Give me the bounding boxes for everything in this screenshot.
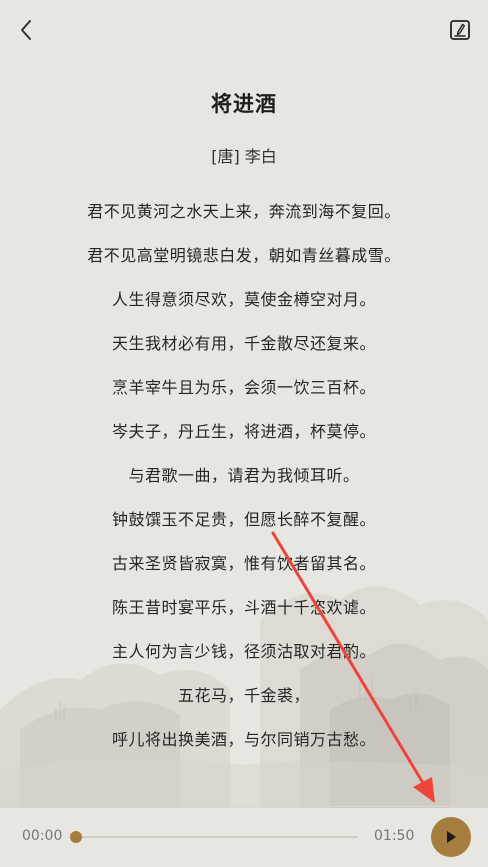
poem-line: 人生得意须尽欢，莫使金樽空对月。 — [111, 290, 376, 309]
poem-line: 呼儿将出换美酒，与尔同销万古愁。 — [111, 730, 376, 749]
back-button[interactable] — [12, 16, 40, 44]
poem-line: 岑夫子，丹丘生，将进酒，杯莫停。 — [111, 422, 376, 441]
chevron-left-icon — [21, 20, 31, 40]
edit-note-icon — [450, 20, 470, 40]
poem-author: [唐] 李白 — [211, 147, 277, 166]
top-bar — [0, 0, 488, 60]
poem-detail-page: 将进酒 [唐] 李白 君不见黄河之水天上来，奔流到海不复回。 君不见高堂明镜悲白… — [0, 0, 488, 867]
play-button[interactable] — [431, 817, 471, 857]
poem-line: 钟鼓馔玉不足贵，但愿长醉不复醒。 — [111, 510, 376, 529]
poem-title: 将进酒 — [211, 92, 277, 116]
player-divider — [0, 806, 488, 807]
poem-line: 主人何为言少钱，径须沽取对君酌。 — [111, 642, 376, 661]
poem-line: 陈王昔时宴平乐，斗酒十千恣欢谑。 — [111, 598, 376, 617]
poem-line: 与君歌一曲，请君为我倾耳听。 — [128, 466, 360, 485]
audio-player: 00:00 01:50 — [0, 808, 488, 867]
poem-line: 天生我材必有用，千金散尽还复来。 — [111, 334, 376, 353]
progress-track[interactable] — [76, 836, 358, 838]
progress-knob[interactable] — [70, 831, 82, 843]
poem-line: 君不见高堂明镜悲白发，朝如青丝暮成雪。 — [87, 246, 401, 265]
edit-button[interactable] — [448, 18, 472, 42]
poem-line: 君不见黄河之水天上来，奔流到海不复回。 — [87, 202, 401, 221]
current-time: 00:00 — [22, 828, 63, 844]
poem-line: 烹羊宰牛且为乐，会须一饮三百杯。 — [111, 378, 376, 397]
poem-line: 五花马，千金裘， — [177, 686, 310, 705]
poem-line: 古来圣贤皆寂寞，惟有饮者留其名。 — [111, 554, 376, 573]
poem-lines: 君不见黄河之水天上来，奔流到海不复回。 君不见高堂明镜悲白发，朝如青丝暮成雪。 … — [0, 196, 488, 768]
play-icon — [447, 831, 456, 843]
total-time: 01:50 — [374, 828, 415, 844]
